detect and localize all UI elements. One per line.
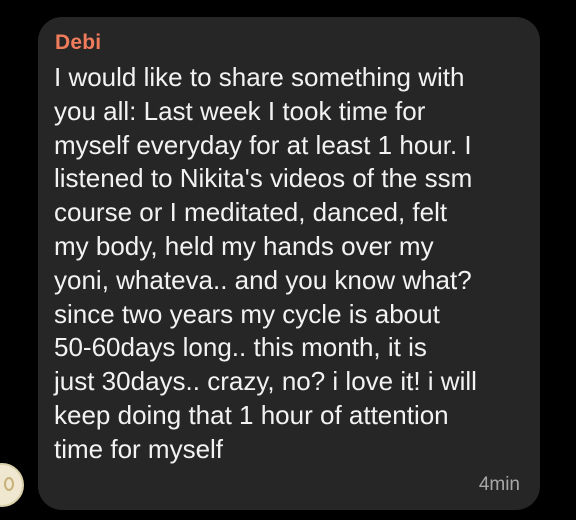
message-line: my body, held my hands over my <box>54 230 434 261</box>
message-line: myself everyday for at least 1 hour. I <box>54 129 472 160</box>
message-line: since two years my cycle is about <box>54 298 440 329</box>
sender-avatar[interactable] <box>0 463 24 507</box>
message-line: listened to Nikita's videos of the ssm <box>54 163 473 194</box>
message-line: I would like to share something with <box>54 62 465 92</box>
message-bubble[interactable]: Debi I would like to share something wit… <box>38 17 540 510</box>
message-line: just 30days.. crazy, no? i love it! i wi… <box>54 366 477 397</box>
message-line: course or I meditated, danced, felt <box>54 197 448 228</box>
message-line: time for myself <box>54 433 224 464</box>
sender-name[interactable]: Debi <box>55 31 101 55</box>
message-text: I would like to share something with you… <box>54 61 524 467</box>
chat-screen: Debi I would like to share something wit… <box>0 0 576 520</box>
message-line: you all: Last week I took time for <box>54 95 426 126</box>
user-avatar-icon <box>4 477 14 491</box>
message-line: 50-60days long.. this month, it is <box>54 332 427 363</box>
message-timestamp: 4min <box>478 474 520 495</box>
message-line: yoni, whateva.. and you know what? <box>54 264 472 295</box>
message-line: keep doing that 1 hour of attention <box>54 399 449 430</box>
